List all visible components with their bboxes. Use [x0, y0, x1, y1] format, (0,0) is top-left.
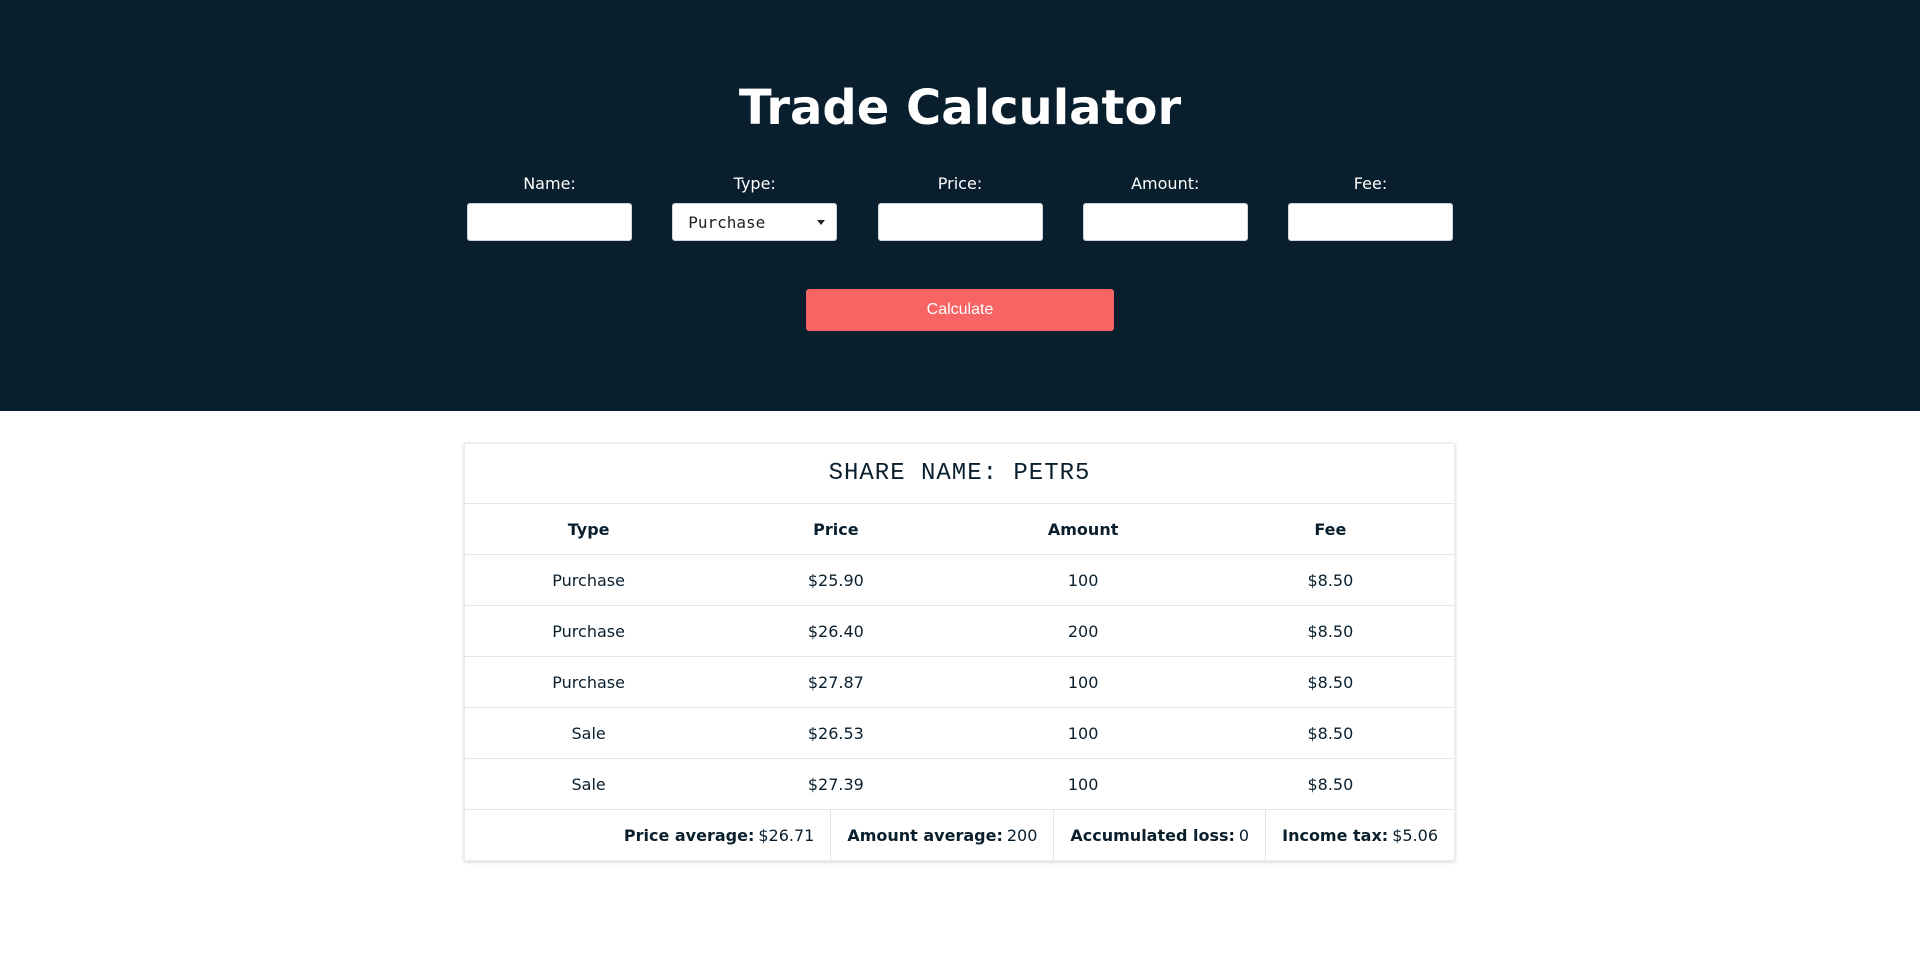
cell-price: $27.39 — [712, 758, 960, 810]
cell-price: $26.40 — [712, 605, 960, 657]
calculate-button[interactable]: Calculate — [806, 289, 1114, 331]
income-tax-value: $5.06 — [1392, 825, 1438, 845]
cell-fee: $8.50 — [1206, 656, 1454, 708]
accumulated-loss-value: 0 — [1238, 825, 1250, 845]
cell-fee: $8.50 — [1206, 605, 1454, 657]
table-row: Sale $26.53 100 $8.50 — [465, 707, 1454, 759]
accumulated-loss: Accumulated loss: 0 — [1053, 810, 1265, 860]
amount-input[interactable] — [1082, 203, 1248, 241]
cell-amount: 100 — [959, 758, 1207, 810]
income-tax: Income tax: $5.06 — [1265, 810, 1454, 860]
cell-amount: 100 — [959, 554, 1207, 606]
type-field-group: Type: Purchase — [672, 174, 838, 241]
fee-label: Fee: — [1353, 174, 1388, 193]
type-select-value: Purchase — [688, 212, 766, 232]
table-row: Purchase $26.40 200 $8.50 — [465, 605, 1454, 657]
type-select[interactable]: Purchase — [672, 203, 838, 241]
price-average-value: $26.71 — [758, 825, 815, 845]
name-input[interactable] — [467, 203, 632, 241]
amount-average: Amount average: 200 — [830, 810, 1053, 860]
column-header: Type — [465, 504, 713, 555]
caret-down-icon — [817, 219, 826, 225]
fee-input[interactable] — [1288, 203, 1453, 241]
header: Trade Calculator Name: Type: Purchase Pr… — [0, 0, 1920, 411]
cell-amount: 100 — [959, 656, 1207, 708]
table-row: Purchase $25.90 100 $8.50 — [465, 554, 1454, 606]
table-header-row: Type Price Amount Fee — [465, 504, 1454, 555]
accumulated-loss-label: Accumulated loss: — [1070, 825, 1235, 845]
cell-amount: 200 — [959, 605, 1207, 657]
type-label: Type: — [733, 174, 776, 193]
cell-type: Sale — [465, 758, 713, 810]
share-name-heading: SHARE NAME: PETR5 — [465, 444, 1454, 504]
table-row: Purchase $27.87 100 $8.50 — [465, 656, 1454, 708]
cell-price: $27.87 — [712, 656, 960, 708]
trades-table: Type Price Amount Fee Purchase $25.90 10… — [465, 504, 1454, 810]
cell-fee: $8.50 — [1206, 758, 1454, 810]
column-header: Fee — [1206, 504, 1454, 555]
amount-field-group: Amount: — [1082, 174, 1248, 241]
results-card: SHARE NAME: PETR5 Type Price Amount Fee … — [464, 443, 1455, 861]
cell-price: $26.53 — [712, 707, 960, 759]
cell-fee: $8.50 — [1206, 554, 1454, 606]
price-field-group: Price: — [877, 174, 1043, 241]
price-label: Price: — [937, 174, 983, 193]
trade-form: Name: Type: Purchase Price: Amount: Fee: — [467, 174, 1453, 241]
name-field-group: Name: — [467, 174, 632, 241]
price-input[interactable] — [877, 203, 1043, 241]
income-tax-label: Income tax: — [1282, 825, 1389, 845]
name-label: Name: — [523, 174, 576, 193]
fee-field-group: Fee: — [1288, 174, 1453, 241]
page-title: Trade Calculator — [738, 80, 1182, 136]
cell-fee: $8.50 — [1206, 707, 1454, 759]
summary-row: Price average: $26.71 Amount average: 20… — [465, 810, 1454, 860]
amount-average-label: Amount average: — [847, 825, 1003, 845]
amount-average-value: 200 — [1006, 825, 1038, 845]
cell-amount: 100 — [959, 707, 1207, 759]
column-header: Amount — [959, 504, 1207, 555]
amount-label: Amount: — [1131, 174, 1200, 193]
cell-price: $25.90 — [712, 554, 960, 606]
cell-type: Purchase — [465, 605, 713, 657]
table-row: Sale $27.39 100 $8.50 — [465, 758, 1454, 810]
cell-type: Sale — [465, 707, 713, 759]
cell-type: Purchase — [465, 656, 713, 708]
column-header: Price — [712, 504, 960, 555]
price-average: Price average: $26.71 — [465, 810, 830, 860]
cell-type: Purchase — [465, 554, 713, 606]
price-average-label: Price average: — [623, 825, 755, 845]
